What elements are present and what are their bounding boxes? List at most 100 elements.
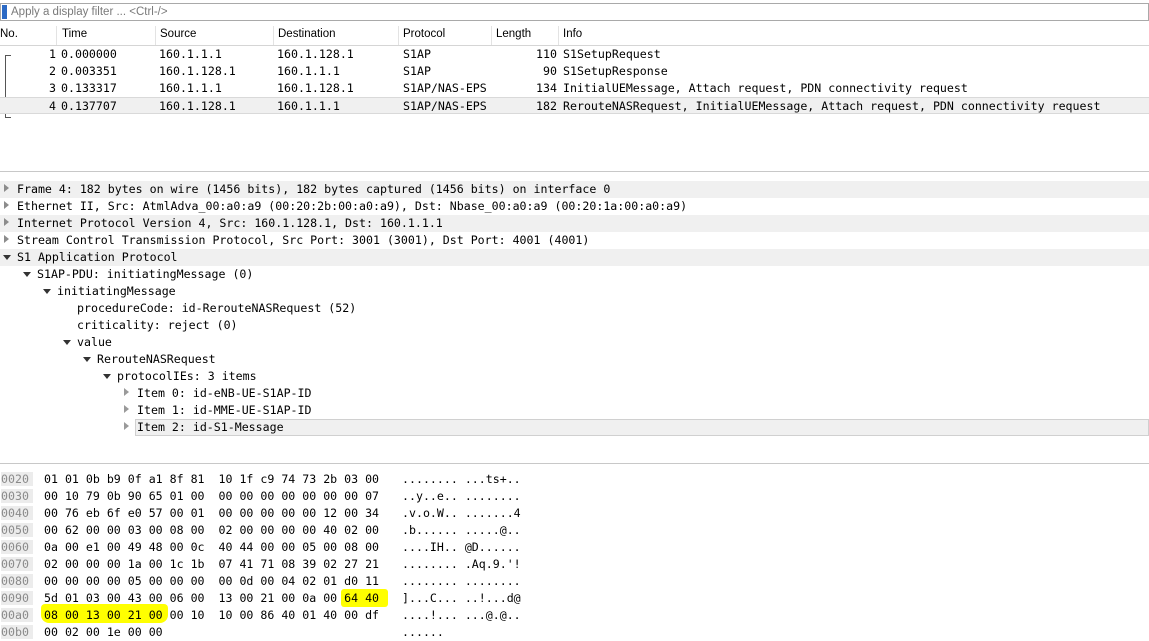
- collapse-arrow-icon[interactable]: [23, 272, 31, 277]
- bytes-row[interactable]: 00a0 08 00 13 00 21 00 00 10 10 00 86 40 …: [0, 607, 1149, 624]
- packet-list: No. Time Source Destination Protocol Len…: [0, 26, 1149, 168]
- packet-destination: 160.1.1.1: [277, 99, 340, 113]
- bytes-hex[interactable]: 01 01 0b b9 0f a1 8f 81 10 1f c9 74 73 2…: [44, 472, 379, 486]
- column-header-length[interactable]: Length: [496, 28, 531, 40]
- expand-arrow-icon[interactable]: [4, 201, 9, 209]
- collapse-arrow-icon[interactable]: [43, 289, 51, 294]
- packet-row[interactable]: 2 0.003351 160.1.128.1 160.1.1.1 S1AP 90…: [0, 63, 1149, 80]
- bytes-row[interactable]: 0060 0a 00 e1 00 49 48 00 0c 40 44 00 00 …: [0, 539, 1149, 556]
- bytes-offset: 0080: [1, 574, 33, 588]
- packet-length: 90: [543, 64, 557, 78]
- tree-item-item-2-selected[interactable]: Item 2: id-S1-Message: [0, 419, 1149, 436]
- packet-source: 160.1.1.1: [159, 81, 222, 95]
- bytes-row[interactable]: 0080 00 00 00 00 05 00 00 00 00 0d 00 04 …: [0, 573, 1149, 590]
- column-header-source[interactable]: Source: [160, 28, 196, 40]
- bytes-row[interactable]: 0070 02 00 00 00 1a 00 1c 1b 07 41 71 08 …: [0, 556, 1149, 573]
- collapse-arrow-icon[interactable]: [103, 374, 111, 379]
- tree-item-item-0[interactable]: Item 0: id-eNB-UE-S1AP-ID: [0, 385, 1149, 402]
- bytes-hex[interactable]: 00 62 00 00 03 00 08 00 02 00 00 00 00 4…: [44, 523, 379, 537]
- packet-no: 3: [49, 81, 56, 95]
- tree-item-ipv4[interactable]: Internet Protocol Version 4, Src: 160.1.…: [0, 215, 1149, 232]
- packet-source: 160.1.128.1: [159, 64, 236, 78]
- bytes-offset: 0090: [1, 591, 33, 605]
- column-header-no[interactable]: No.: [0, 28, 18, 40]
- bytes-row[interactable]: 0030 00 10 79 0b 90 65 01 00 00 00 00 00 …: [0, 488, 1149, 505]
- column-header-info[interactable]: Info: [563, 28, 582, 40]
- tree-item-ethernet[interactable]: Ethernet II, Src: AtmlAdva_00:a0:a9 (00:…: [0, 198, 1149, 215]
- tree-item-criticality[interactable]: criticality: reject (0): [0, 317, 1149, 334]
- expand-arrow-icon[interactable]: [4, 235, 9, 243]
- packet-destination: 160.1.128.1: [277, 47, 354, 61]
- packet-destination: 160.1.1.1: [277, 64, 340, 78]
- tree-item-reroute-nas-request[interactable]: RerouteNASRequest: [0, 351, 1149, 368]
- bytes-row[interactable]: 00b0 00 02 00 1e 00 00......: [0, 624, 1149, 641]
- column-header-protocol[interactable]: Protocol: [403, 28, 445, 40]
- bytes-ascii[interactable]: ]...C... ..!...d@: [402, 591, 521, 605]
- selection-highlight: [135, 419, 1149, 436]
- bytes-ascii[interactable]: ......: [402, 625, 444, 639]
- packet-row[interactable]: 1 0.000000 160.1.1.1 160.1.128.1 S1AP 11…: [0, 46, 1149, 63]
- expand-arrow-icon[interactable]: [4, 184, 9, 192]
- tree-item-item-1[interactable]: Item 1: id-MME-UE-S1AP-ID: [0, 402, 1149, 419]
- bytes-row[interactable]: 0090 5d 01 03 00 43 00 06 00 13 00 21 00 …: [0, 590, 1149, 607]
- bytes-ascii[interactable]: ....IH.. @D......: [402, 540, 521, 554]
- bytes-hex[interactable]: 00 76 eb 6f e0 57 00 01 00 00 00 00 00 1…: [44, 506, 379, 520]
- packet-source: 160.1.128.1: [159, 99, 236, 113]
- packet-protocol: S1AP: [403, 64, 431, 78]
- bytes-offset: 0030: [1, 489, 33, 503]
- bytes-hex[interactable]: 5d 01 03 00 43 00 06 00 13 00 21 00 0a 0…: [44, 591, 379, 605]
- bytes-row[interactable]: 0020 01 01 0b b9 0f a1 8f 81 10 1f c9 74 …: [0, 471, 1149, 488]
- display-filter-input[interactable]: [11, 4, 1141, 20]
- bytes-row[interactable]: 0050 00 62 00 00 03 00 08 00 02 00 00 00 …: [0, 522, 1149, 539]
- packet-info: S1SetupRequest: [563, 47, 661, 61]
- collapse-arrow-icon[interactable]: [3, 255, 11, 260]
- tree-item-s1ap[interactable]: S1 Application Protocol: [0, 249, 1149, 266]
- tree-item-protocol-ies[interactable]: protocolIEs: 3 items: [0, 368, 1149, 385]
- column-header-destination[interactable]: Destination: [278, 28, 336, 40]
- bytes-hex[interactable]: 00 00 00 00 05 00 00 00 00 0d 00 04 02 0…: [44, 574, 379, 588]
- bytes-hex[interactable]: 00 10 79 0b 90 65 01 00 00 00 00 00 00 0…: [44, 489, 379, 503]
- bytes-offset: 0070: [1, 557, 33, 571]
- bytes-hex[interactable]: 02 00 00 00 1a 00 1c 1b 07 41 71 08 39 0…: [44, 557, 379, 571]
- packet-row[interactable]: 3 0.133317 160.1.1.1 160.1.128.1 S1AP/NA…: [0, 80, 1149, 97]
- packet-no: 1: [49, 47, 56, 61]
- tree-item-sctp[interactable]: Stream Control Transmission Protocol, Sr…: [0, 232, 1149, 249]
- packet-protocol: S1AP/NAS-EPS: [403, 81, 487, 95]
- bytes-ascii[interactable]: ....!... ...@.@..: [402, 608, 521, 622]
- tree-item-frame[interactable]: Frame 4: 182 bytes on wire (1456 bits), …: [0, 181, 1149, 198]
- bytes-ascii[interactable]: ..y..e.. ........: [402, 489, 521, 503]
- bytes-ascii[interactable]: .b...... .....@..: [402, 523, 521, 537]
- packet-time: 0.000000: [61, 47, 117, 61]
- packet-time: 0.003351: [61, 64, 117, 78]
- packet-row-selected[interactable]: 4 0.137707 160.1.128.1 160.1.1.1 S1AP/NA…: [0, 97, 1149, 114]
- packet-destination: 160.1.128.1: [277, 81, 354, 95]
- packet-no: 2: [49, 64, 56, 78]
- expand-arrow-icon[interactable]: [124, 405, 129, 413]
- packet-source: 160.1.1.1: [159, 47, 222, 61]
- packet-time: 0.133317: [61, 81, 117, 95]
- expand-arrow-icon[interactable]: [124, 388, 129, 396]
- filter-bookmark-icon[interactable]: [2, 5, 7, 19]
- collapse-arrow-icon[interactable]: [83, 357, 91, 362]
- bytes-ascii[interactable]: .v.o.W.. .......4: [402, 506, 521, 520]
- tree-item-initiating-message[interactable]: initiatingMessage: [0, 283, 1149, 300]
- bytes-offset: 0040: [1, 506, 33, 520]
- column-header-time[interactable]: Time: [62, 28, 87, 40]
- expand-arrow-icon[interactable]: [4, 218, 9, 226]
- packet-length: 182: [536, 99, 557, 113]
- bytes-ascii[interactable]: ........ ........: [402, 574, 521, 588]
- tree-item-value[interactable]: value: [0, 334, 1149, 351]
- tree-item-procedure-code[interactable]: procedureCode: id-RerouteNASRequest (52): [0, 300, 1149, 317]
- tree-item-s1ap-pdu[interactable]: S1AP-PDU: initiatingMessage (0): [0, 266, 1149, 283]
- bytes-ascii[interactable]: ........ ...ts+..: [402, 472, 521, 486]
- bytes-hex[interactable]: 08 00 13 00 21 00 00 10 10 00 86 40 01 4…: [44, 608, 379, 622]
- packet-info: InitialUEMessage, Attach request, PDN co…: [563, 81, 968, 95]
- display-filter-bar[interactable]: [0, 3, 1149, 21]
- packet-no: 4: [49, 99, 56, 113]
- collapse-arrow-icon[interactable]: [63, 340, 71, 345]
- bytes-ascii[interactable]: ........ .Aq.9.'!: [402, 557, 521, 571]
- bytes-hex[interactable]: 0a 00 e1 00 49 48 00 0c 40 44 00 00 05 0…: [44, 540, 379, 554]
- expand-arrow-icon[interactable]: [124, 422, 129, 430]
- bytes-hex[interactable]: 00 02 00 1e 00 00: [44, 625, 163, 639]
- bytes-row[interactable]: 0040 00 76 eb 6f e0 57 00 01 00 00 00 00 …: [0, 505, 1149, 522]
